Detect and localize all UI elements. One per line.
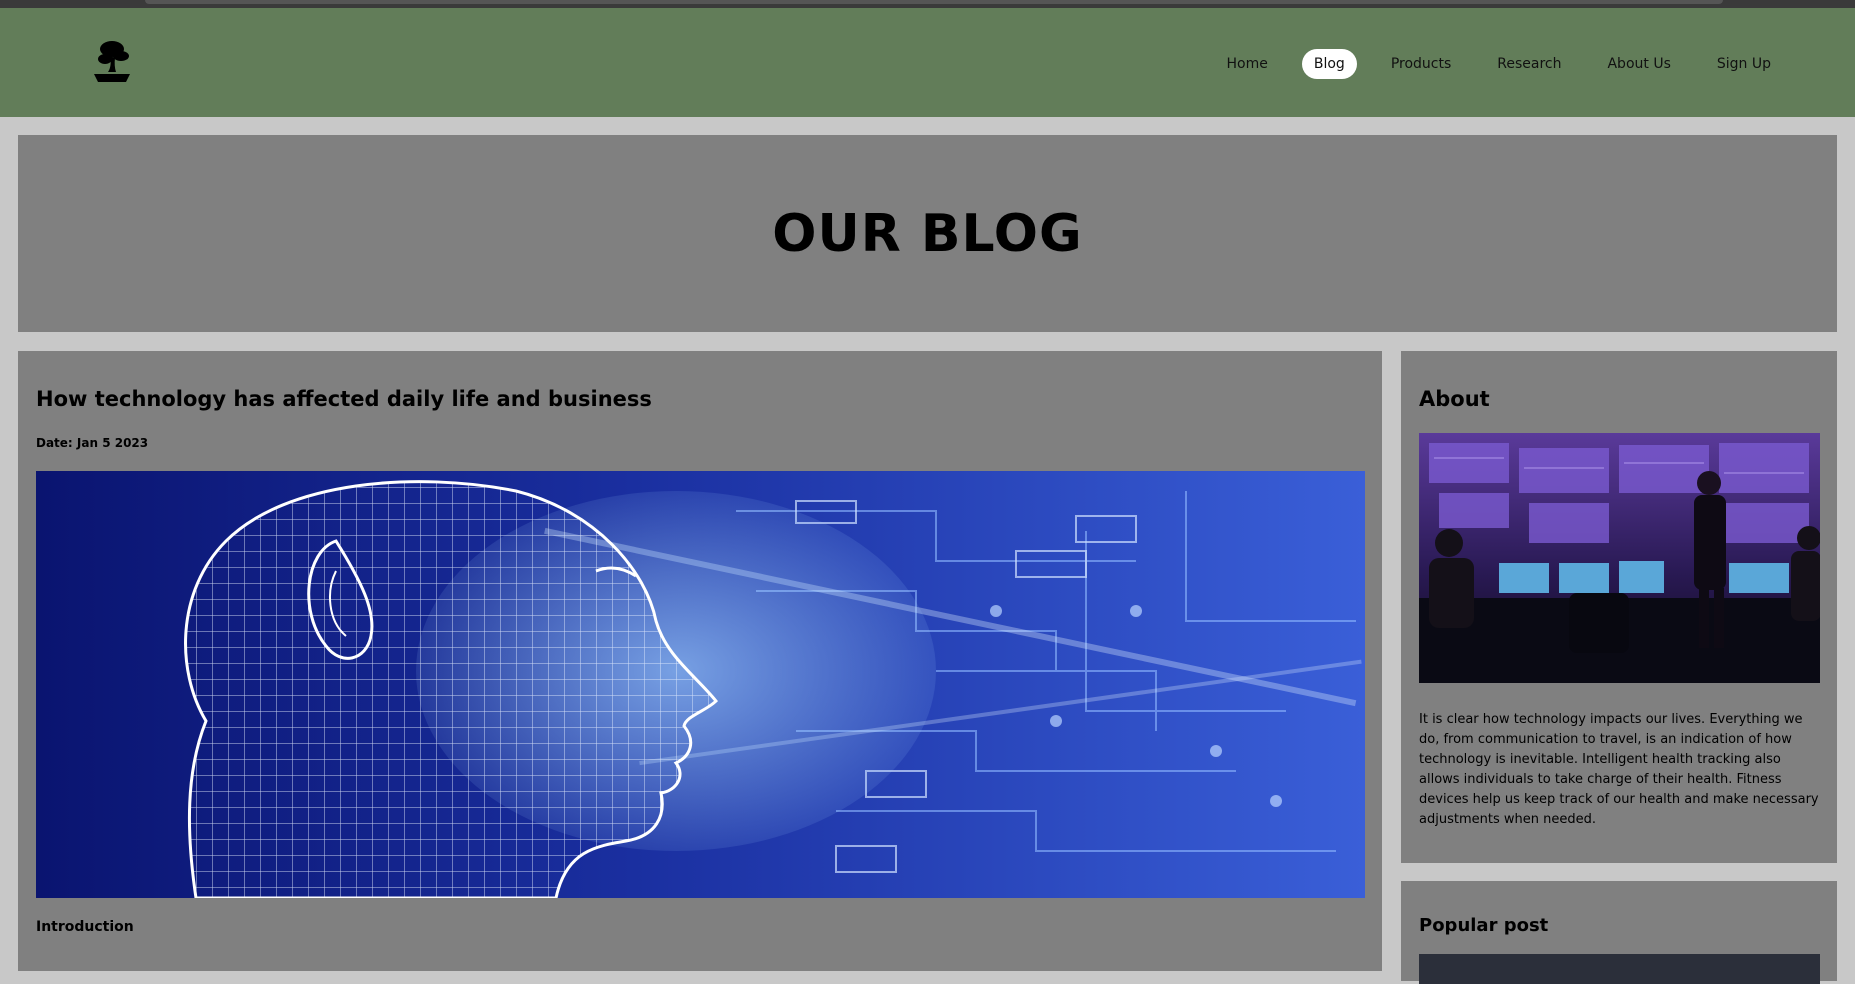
about-text: It is clear how technology impacts our l… <box>1419 712 1819 827</box>
nav-blog[interactable]: Blog <box>1301 49 1357 79</box>
nav-research[interactable]: Research <box>1485 49 1573 79</box>
popular-post-title: Popular post <box>1419 915 1549 936</box>
control-room-image <box>1419 433 1820 683</box>
intro-heading: Introduction <box>36 919 134 935</box>
post-date: Date: Jan 5 2023 <box>36 436 149 450</box>
navbar: Home Blog Products Research About Us Sig… <box>0 8 1855 117</box>
nav-about-us[interactable]: About Us <box>1595 49 1682 79</box>
ai-face-circuit-image <box>36 471 1365 898</box>
window-top-bar <box>0 0 1855 8</box>
window-top-bar-tab <box>145 0 1723 4</box>
about-sidebar-card: About It is clear how technology impacts… <box>1401 351 1837 863</box>
post-title[interactable]: How technology has affected daily life a… <box>36 387 652 411</box>
nav-sign-up[interactable]: Sign Up <box>1705 49 1783 79</box>
main-nav: Home Blog Products Research About Us Sig… <box>1215 49 1783 79</box>
popular-post-card: Popular post <box>1401 881 1837 984</box>
hero-banner: OUR BLOG <box>18 135 1837 332</box>
page-title: OUR BLOG <box>772 203 1083 264</box>
nav-home[interactable]: Home <box>1215 49 1280 79</box>
about-title: About <box>1419 387 1490 411</box>
bonsai-logo-icon[interactable] <box>88 36 138 86</box>
nav-products[interactable]: Products <box>1379 49 1463 79</box>
blog-post-card: How technology has affected daily life a… <box>18 351 1382 971</box>
